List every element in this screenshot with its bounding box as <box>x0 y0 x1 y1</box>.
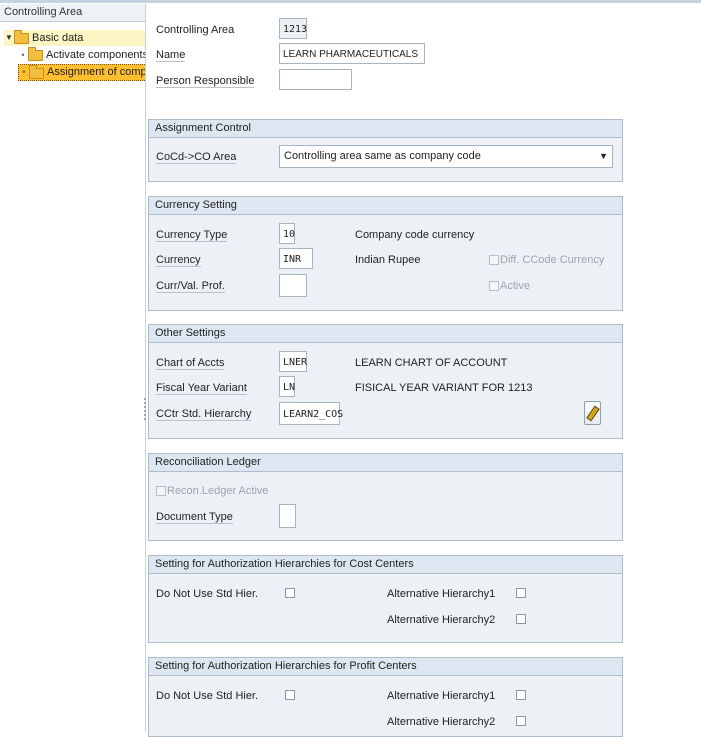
expand-arrow-icon[interactable]: ▼ <box>4 30 14 46</box>
top-border <box>0 0 701 3</box>
group-title: Reconciliation Ledger <box>149 454 622 472</box>
active-checkbox <box>489 281 499 291</box>
fiscal-year-variant-text: FISICAL YEAR VARIANT FOR 1213 <box>355 382 533 394</box>
currency-field[interactable]: INR <box>279 248 313 269</box>
do-not-use-std-hier-checkbox[interactable] <box>285 690 295 700</box>
active-label: Active <box>500 280 530 292</box>
document-type-label: Document Type <box>156 511 233 524</box>
cocd-co-area-dropdown[interactable]: Controlling area same as company code ▼ <box>279 145 613 168</box>
diff-ccode-currency-label: Diff. CCode Currency <box>500 254 605 266</box>
diff-ccode-currency-checkbox <box>489 255 499 265</box>
fiscal-year-variant-label: Fiscal Year Variant <box>156 382 247 395</box>
alternative-hierarchy1-checkbox[interactable] <box>516 690 526 700</box>
alternative-hierarchy2-label: Alternative Hierarchy2 <box>387 614 496 626</box>
tree-bullet-icon: • <box>22 67 26 77</box>
currency-text: Indian Rupee <box>355 254 421 266</box>
chart-of-accts-label: Chart of Accts <box>156 357 225 370</box>
splitter-handle[interactable] <box>144 398 146 420</box>
person-responsible-label: Person Responsible <box>156 75 255 88</box>
chart-of-accts-field[interactable]: LNER <box>279 351 307 372</box>
dropdown-value: Controlling area same as company code <box>284 150 481 162</box>
folder-icon <box>14 30 29 44</box>
group-title: Setting for Authorization Hierarchies fo… <box>149 556 622 574</box>
tree-header: Controlling Area <box>0 4 145 22</box>
fiscal-year-variant-field[interactable]: LN <box>279 376 295 397</box>
tree-bullet-icon: • <box>21 50 25 60</box>
alternative-hierarchy2-label: Alternative Hierarchy2 <box>387 716 496 728</box>
group-title: Setting for Authorization Hierarchies fo… <box>149 658 622 676</box>
do-not-use-std-hier-label: Do Not Use Std Hier. <box>156 690 259 702</box>
pencil-icon <box>585 405 600 422</box>
document-type-field[interactable] <box>279 504 296 528</box>
alternative-hierarchy2-checkbox[interactable] <box>516 716 526 726</box>
do-not-use-std-hier-label: Do Not Use Std Hier. <box>156 588 259 600</box>
name-field[interactable]: LEARN PHARMACEUTICALS <box>279 43 425 64</box>
person-responsible-field[interactable] <box>279 69 352 90</box>
tree-node-label: Assignment of company code(s) <box>47 66 145 78</box>
name-label: Name <box>156 49 186 62</box>
curr-val-prof-field[interactable] <box>279 274 307 297</box>
currency-label: Currency <box>156 254 201 267</box>
chart-of-accts-text: LEARN CHART OF ACCOUNT <box>355 357 508 369</box>
recon-ledger-active-checkbox <box>156 486 166 496</box>
tree-node-assignment-company-codes[interactable]: • Assignment of company code(s) <box>18 64 145 81</box>
cctr-std-hierarchy-field[interactable]: LEARN2_COS <box>279 402 343 425</box>
controlling-area-field: 1213 <box>279 18 307 39</box>
do-not-use-std-hier-checkbox[interactable] <box>285 588 295 598</box>
curr-val-prof-label: Curr/Val. Prof. <box>156 280 225 293</box>
alternative-hierarchy1-label: Alternative Hierarchy1 <box>387 588 496 600</box>
group-title: Assignment Control <box>149 120 622 138</box>
edit-pencil-button[interactable] <box>584 401 601 425</box>
alternative-hierarchy1-checkbox[interactable] <box>516 588 526 598</box>
reconciliation-ledger-group: Reconciliation Ledger <box>148 453 623 541</box>
group-title: Other Settings <box>149 325 622 343</box>
currency-type-text: Company code currency <box>355 229 475 241</box>
cocd-co-area-label: CoCd->CO Area <box>156 151 237 164</box>
folder-icon <box>28 47 43 61</box>
alternative-hierarchy2-checkbox[interactable] <box>516 614 526 624</box>
cctr-std-hierarchy-label: CCtr Std. Hierarchy <box>156 408 252 421</box>
controlling-area-label: Controlling Area <box>156 24 235 36</box>
tree-node-label: Basic data <box>32 32 84 44</box>
currency-type-label: Currency Type <box>156 229 228 242</box>
tree-node-basic-data[interactable]: ▼ Basic data <box>4 30 145 46</box>
recon-ledger-active-label: Recon.Ledger Active <box>167 485 269 497</box>
alternative-hierarchy1-label: Alternative Hierarchy1 <box>387 690 496 702</box>
group-title: Currency Setting <box>149 197 622 215</box>
currency-type-field[interactable]: 10 <box>279 223 295 244</box>
tree-node-activate-components[interactable]: • Activate components/control indicators <box>18 47 145 63</box>
navigation-tree: Controlling Area ▼ Basic data • Activate c… <box>0 4 146 732</box>
folder-icon <box>29 65 44 79</box>
tree-node-label: Activate components/control indicators <box>46 49 145 61</box>
chevron-down-icon[interactable]: ▼ <box>599 146 608 167</box>
